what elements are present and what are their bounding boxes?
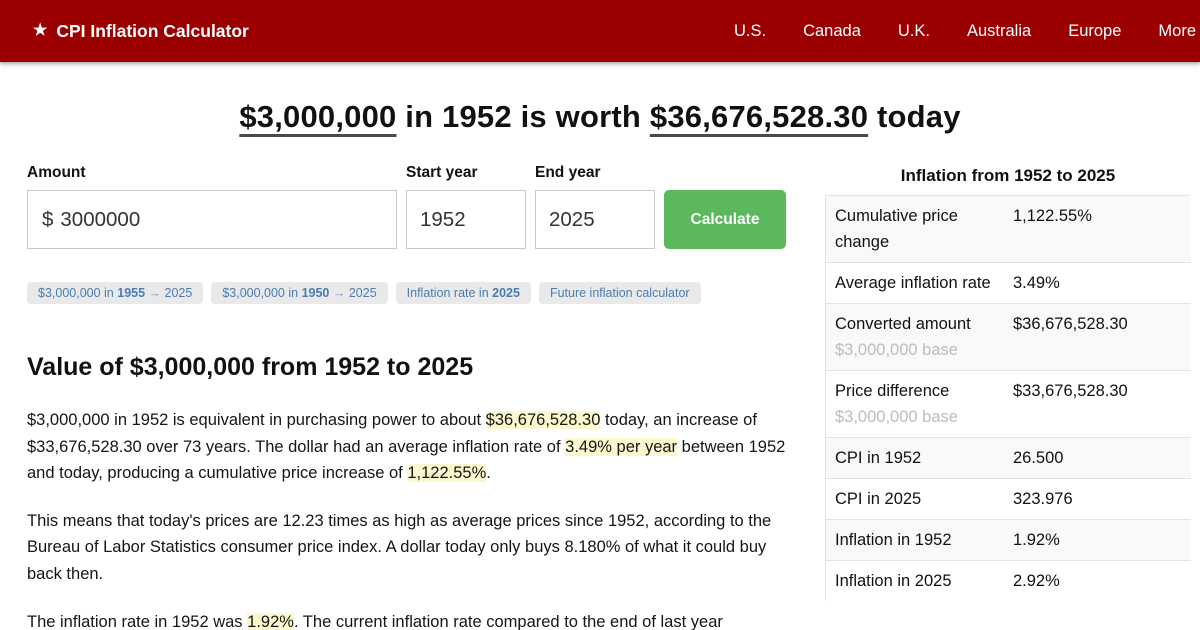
start-year-label: Start year — [406, 164, 478, 181]
row-label: CPI in 2025 — [835, 490, 922, 508]
start-year-input[interactable] — [406, 190, 526, 249]
highlight: 1.92% — [247, 612, 294, 630]
currency-prefix: $ — [42, 207, 54, 231]
row-label: Inflation in 2025 — [835, 572, 952, 590]
paragraph-equivalence: $3,000,000 in 1952 is equivalent in purc… — [27, 411, 786, 483]
amount-field: Amount $ — [27, 164, 397, 249]
row-value: $36,676,528.30 — [1013, 315, 1128, 333]
row-sublabel: $3,000,000 base — [835, 408, 958, 426]
amount-input[interactable] — [53, 191, 396, 248]
title-suffix-text: today — [868, 99, 961, 134]
table-row-converted-amount: Converted amount $3,000,000 base $36,676… — [826, 303, 1191, 370]
main-layout: Amount $ Start year End year Calculate $… — [0, 164, 1200, 630]
row-label: Inflation in 1952 — [835, 531, 952, 549]
nav-item-canada[interactable]: Canada — [803, 22, 861, 41]
inflation-form: Amount $ Start year End year Calculate — [27, 164, 789, 249]
brand-title: CPI Inflation Calculator — [56, 20, 249, 41]
table-row-cpi-end: CPI in 2025 323.976 — [826, 478, 1191, 519]
left-column: Amount $ Start year End year Calculate $… — [27, 164, 789, 630]
brand-link[interactable]: ★ CPI Inflation Calculator — [33, 21, 249, 42]
row-value: 1,122.55% — [1013, 207, 1092, 225]
nav-item-more[interactable]: More — [1158, 22, 1196, 41]
page-title: $3,000,000 in 1952 is worth $36,676,528.… — [0, 99, 1200, 135]
nav-item-australia[interactable]: Australia — [967, 22, 1031, 41]
calculate-button[interactable]: Calculate — [664, 190, 786, 249]
table-title: Inflation from 1952 to 2025 — [900, 166, 1116, 185]
end-year-input[interactable] — [535, 190, 655, 249]
table-row-cpi-start: CPI in 1952 26.500 — [826, 437, 1191, 478]
end-year-label: End year — [535, 164, 601, 181]
quick-link-inflation-rate[interactable]: Inflation rate in 2025 — [395, 282, 531, 304]
quick-link-1955[interactable]: $3,000,000 in 1955 → 2025 — [27, 282, 204, 304]
row-value: 3.49% — [1013, 274, 1060, 292]
amount-label: Amount — [27, 164, 86, 181]
article-heading: Value of $3,000,000 from 1952 to 2025 — [27, 353, 474, 381]
summary-panel: Inflation from 1952 to 2025 Cumulative p… — [825, 164, 1191, 601]
row-label: Converted amount — [835, 315, 971, 333]
table-row-cumulative-change: Cumulative price change 1,122.55% — [826, 195, 1191, 262]
main-nav: U.S. Canada U.K. Australia Europe More — [734, 22, 1200, 41]
table-row-average-rate: Average inflation rate 3.49% — [826, 262, 1191, 303]
row-label: CPI in 1952 — [835, 449, 922, 467]
star-icon: ★ — [33, 22, 48, 39]
highlight: 3.49% per year — [565, 437, 678, 456]
quick-links: $3,000,000 in 1955 → 2025 $3,000,000 in … — [27, 282, 789, 304]
header: ★ CPI Inflation Calculator U.S. Canada U… — [0, 0, 1200, 62]
title-worth-amount-link[interactable]: $36,676,528.30 — [650, 99, 868, 134]
arrow-icon: → — [332, 286, 346, 300]
quick-link-1950[interactable]: $3,000,000 in 1950 → 2025 — [211, 282, 388, 304]
row-value: 1.92% — [1013, 531, 1060, 549]
nav-item-us[interactable]: U.S. — [734, 22, 766, 41]
title-start-amount-link[interactable]: $3,000,000 — [239, 99, 396, 134]
start-year-field: Start year — [406, 164, 526, 249]
title-middle-text: in 1952 is worth — [396, 99, 650, 134]
table-row-price-difference: Price difference $3,000,000 base $33,676… — [826, 370, 1191, 437]
row-label: Price difference — [835, 382, 950, 400]
end-year-field: End year — [535, 164, 655, 249]
row-value: 2.92% — [1013, 572, 1060, 590]
paragraph-inflation-rate: The inflation rate in 1952 was 1.92%. Th… — [27, 612, 723, 630]
nav-item-uk[interactable]: U.K. — [898, 22, 930, 41]
table-row-inflation-start: Inflation in 1952 1.92% — [826, 519, 1191, 560]
row-label: Average inflation rate — [835, 274, 991, 292]
highlight: 1,122.55% — [407, 464, 487, 483]
row-value: $33,676,528.30 — [1013, 382, 1128, 400]
summary-table: Cumulative price change 1,122.55% Averag… — [825, 195, 1191, 601]
nav-item-europe[interactable]: Europe — [1068, 22, 1121, 41]
arrow-icon: → — [148, 286, 162, 300]
quick-link-future-calculator[interactable]: Future inflation calculator — [538, 282, 701, 304]
row-value: 26.500 — [1013, 449, 1064, 467]
paragraph-prices-multiple: This means that today's prices are 12.23… — [27, 511, 772, 583]
row-value: 323.976 — [1013, 490, 1073, 508]
row-label: Cumulative price change — [835, 207, 958, 251]
highlight: $36,676,528.30 — [485, 411, 601, 429]
row-sublabel: $3,000,000 base — [835, 341, 958, 359]
amount-input-box[interactable]: $ — [27, 190, 397, 249]
table-row-inflation-end: Inflation in 2025 2.92% — [826, 560, 1191, 601]
